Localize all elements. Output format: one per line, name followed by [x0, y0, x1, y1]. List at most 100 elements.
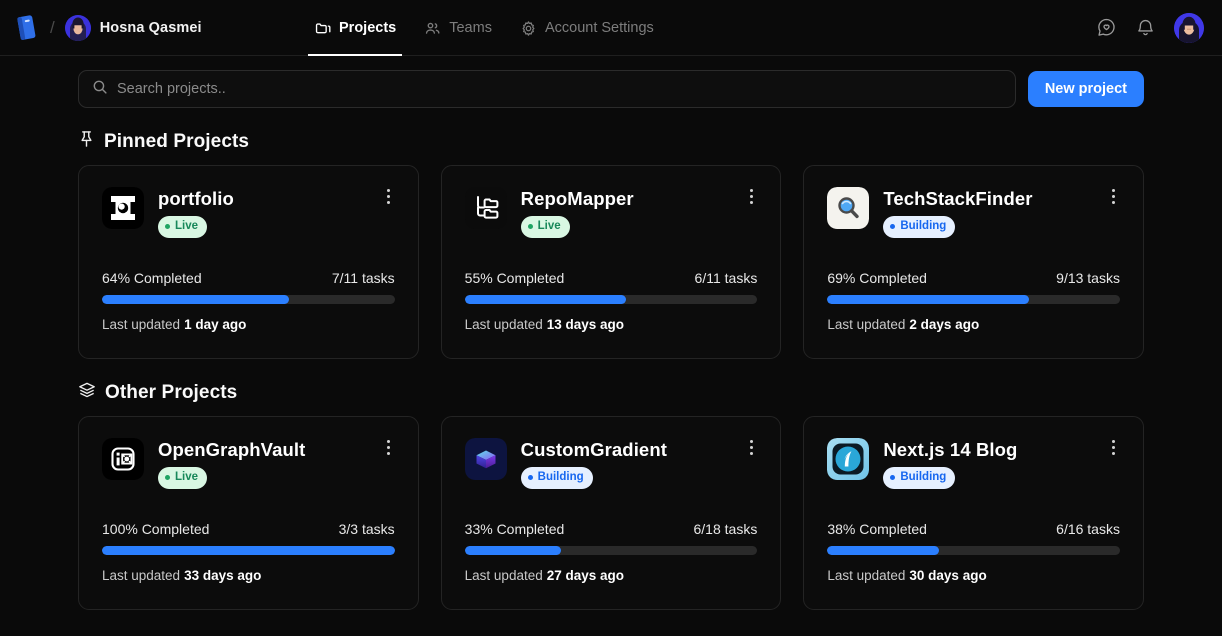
status-dot-icon: [528, 224, 533, 229]
progress-fill: [102, 295, 289, 304]
card-stats: 55% Completed 6/11 tasks: [465, 270, 758, 286]
card-menu-button[interactable]: [742, 186, 760, 206]
breadcrumb-user[interactable]: Hosna Qasmei: [65, 15, 202, 41]
tab-teams[interactable]: Teams: [410, 0, 506, 56]
project-card[interactable]: TechStackFinder Building 69% Completed 9…: [803, 165, 1144, 359]
layers-icon: [78, 381, 96, 405]
tab-account-settings-label: Account Settings: [545, 20, 654, 36]
card-menu-button[interactable]: [1105, 186, 1123, 206]
card-header: CustomGradient Building: [465, 438, 758, 489]
card-stats: 69% Completed 9/13 tasks: [827, 270, 1120, 286]
card-stats: 64% Completed 7/11 tasks: [102, 270, 395, 286]
pin-icon: [78, 130, 95, 154]
project-title: portfolio: [158, 188, 234, 209]
search-field[interactable]: [78, 70, 1016, 108]
breadcrumb-separator: /: [50, 18, 55, 38]
last-updated: Last updated1 day ago: [102, 317, 395, 332]
last-updated-value: 1 day ago: [184, 317, 246, 332]
project-card[interactable]: portfolio Live 64% Completed 7/11 tasks …: [78, 165, 419, 359]
project-card[interactable]: RepoMapper Live 55% Completed 6/11 tasks…: [441, 165, 782, 359]
last-updated-label: Last updated: [465, 317, 543, 332]
progress-bar: [102, 295, 395, 304]
card-menu-button[interactable]: [380, 437, 398, 457]
feedback-icon[interactable]: [1096, 17, 1117, 38]
search-row: New project: [78, 56, 1144, 108]
card-headtext: TechStackFinder Building: [883, 187, 1032, 238]
search-input[interactable]: [117, 81, 1002, 97]
gradient-cube-icon: [465, 438, 507, 480]
tab-projects[interactable]: Projects: [300, 0, 410, 56]
new-project-button[interactable]: New project: [1028, 71, 1144, 107]
bell-icon[interactable]: [1135, 17, 1156, 38]
card-headtext: OpenGraphVault Live: [158, 438, 305, 489]
completion-label: 55% Completed: [465, 270, 565, 286]
gear-icon: [520, 20, 537, 37]
status-dot-icon: [165, 475, 170, 480]
last-updated-value: 27 days ago: [547, 568, 624, 583]
last-updated-label: Last updated: [102, 568, 180, 583]
last-updated-label: Last updated: [465, 568, 543, 583]
last-updated-value: 30 days ago: [909, 568, 986, 583]
status-dot-icon: [165, 224, 170, 229]
card-header: Next.js 14 Blog Building: [827, 438, 1120, 489]
tasks-label: 3/3 tasks: [339, 521, 395, 537]
last-updated: Last updated 33 days ago: [102, 568, 395, 583]
brand-group: / Hosna Qasmei: [14, 13, 202, 43]
tasks-label: 6/16 tasks: [1056, 521, 1120, 537]
progress-bar: [465, 295, 758, 304]
project-card[interactable]: OpenGraphVault Live 100% Completed 3/3 t…: [78, 416, 419, 610]
completion-label: 33% Completed: [465, 521, 565, 537]
tasks-label: 7/11 tasks: [332, 270, 395, 286]
progress-bar: [827, 295, 1120, 304]
app-header: / Hosna Qasmei Projects: [0, 0, 1222, 56]
book-logo-icon[interactable]: [14, 13, 40, 43]
progress-fill: [827, 546, 938, 555]
card-headtext: RepoMapper Live: [521, 187, 634, 238]
folder-tree-icon: [465, 187, 507, 229]
card-menu-button[interactable]: [380, 186, 398, 206]
progress-bar: [102, 546, 395, 555]
status-dot-icon: [890, 224, 895, 229]
completion-label: 69% Completed: [827, 270, 927, 286]
last-updated: Last updated 30 days ago: [827, 568, 1120, 583]
section-header-other: Other Projects: [78, 381, 1144, 405]
project-card[interactable]: CustomGradient Building 33% Completed 6/…: [441, 416, 782, 610]
project-title: TechStackFinder: [883, 188, 1032, 209]
main-content: New project Pinned Projects: [0, 56, 1222, 610]
last-updated-label: Last updated: [827, 568, 905, 583]
project-card[interactable]: Next.js 14 Blog Building 38% Completed 6…: [803, 416, 1144, 610]
search-icon: [92, 79, 108, 100]
status-dot-icon: [528, 475, 533, 480]
status-label: Building: [538, 469, 584, 486]
completion-label: 100% Completed: [102, 521, 209, 537]
project-title: CustomGradient: [521, 439, 667, 460]
section-header-pinned: Pinned Projects: [78, 130, 1144, 154]
status-dot-icon: [890, 475, 895, 480]
section-title-label: Other Projects: [105, 382, 237, 404]
card-menu-button[interactable]: [742, 437, 760, 457]
card-header: OpenGraphVault Live: [102, 438, 395, 489]
card-header: TechStackFinder Building: [827, 187, 1120, 238]
project-title: OpenGraphVault: [158, 439, 305, 460]
avatar: [65, 15, 91, 41]
last-updated-value: 33 days ago: [184, 568, 261, 583]
status-badge: Live: [158, 216, 207, 237]
tab-account-settings[interactable]: Account Settings: [506, 0, 668, 56]
progress-fill: [102, 546, 395, 555]
progress-fill: [465, 295, 626, 304]
status-badge: Building: [521, 467, 593, 488]
card-header: RepoMapper Live: [465, 187, 758, 238]
avatar[interactable]: [1174, 13, 1204, 43]
other-projects-grid: OpenGraphVault Live 100% Completed 3/3 t…: [78, 416, 1144, 610]
nextjs-feather-icon: [827, 438, 869, 480]
users-icon: [424, 20, 441, 37]
card-header: portfolio Live: [102, 187, 395, 238]
last-updated-value: 2 days ago: [909, 317, 979, 332]
last-updated-value: 13 days ago: [547, 317, 624, 332]
status-label: Building: [900, 469, 946, 486]
status-label: Live: [175, 218, 198, 235]
card-menu-button[interactable]: [1105, 437, 1123, 457]
header-actions: [1096, 13, 1204, 43]
tab-teams-label: Teams: [449, 20, 492, 36]
tasks-label: 6/11 tasks: [695, 270, 758, 286]
